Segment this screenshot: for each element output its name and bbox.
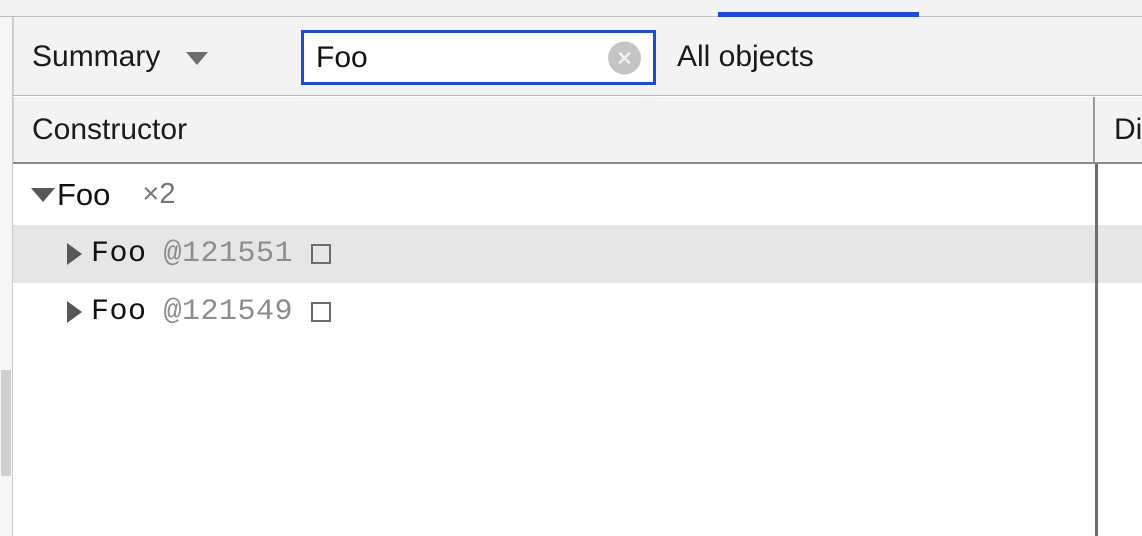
memory-panel: Summary All objects Constructor [0, 0, 1142, 536]
table-row[interactable]: Foo @121551 [0, 225, 1142, 283]
table-cell-constructor: Foo @121551 [13, 225, 1095, 283]
column-divider[interactable] [1095, 164, 1098, 536]
search-input[interactable] [304, 33, 596, 82]
column-header-distance-label: Di [1114, 113, 1142, 147]
constructor-name: Foo [57, 177, 110, 213]
object-filter-value: All objects [677, 40, 814, 74]
left-scrollbar-thumb[interactable] [1, 370, 11, 476]
instance-count: ×2 [142, 178, 175, 211]
column-header-distance[interactable]: Di [1097, 97, 1142, 162]
table-cell-constructor: Foo @121549 [13, 283, 1095, 341]
column-header-constructor[interactable]: Constructor [13, 97, 1095, 162]
table-row[interactable]: Foo ×2 [0, 164, 1142, 225]
object-filter-label[interactable]: All objects [677, 17, 814, 96]
object-square-icon [311, 244, 331, 264]
table-cell-constructor: Foo ×2 [13, 164, 1095, 225]
triangle-down-icon[interactable] [31, 188, 55, 202]
constructor-name: Foo [91, 295, 147, 329]
view-select-value: Summary [32, 40, 160, 74]
triangle-right-icon[interactable] [67, 243, 82, 265]
table-row[interactable]: Foo @121549 [0, 283, 1142, 341]
view-select[interactable]: Summary [32, 34, 208, 80]
object-square-icon [311, 302, 331, 322]
object-id: @121551 [164, 237, 294, 271]
tab-strip [0, 0, 1142, 17]
search-field[interactable] [301, 30, 656, 85]
triangle-right-icon[interactable] [67, 301, 82, 323]
toolbar-inner: Summary All objects [13, 17, 1142, 95]
left-scrollbar[interactable] [0, 17, 13, 536]
table-header: Constructor Di [0, 97, 1142, 164]
column-header-constructor-label: Constructor [32, 113, 187, 147]
object-id: @121549 [164, 295, 294, 329]
chevron-down-icon [186, 52, 208, 65]
table-body: Foo ×2 Foo @121551 Foo @121549 [0, 164, 1142, 536]
clear-search-icon[interactable] [608, 41, 641, 74]
constructor-name: Foo [91, 237, 147, 271]
toolbar: Summary All objects [0, 17, 1142, 96]
